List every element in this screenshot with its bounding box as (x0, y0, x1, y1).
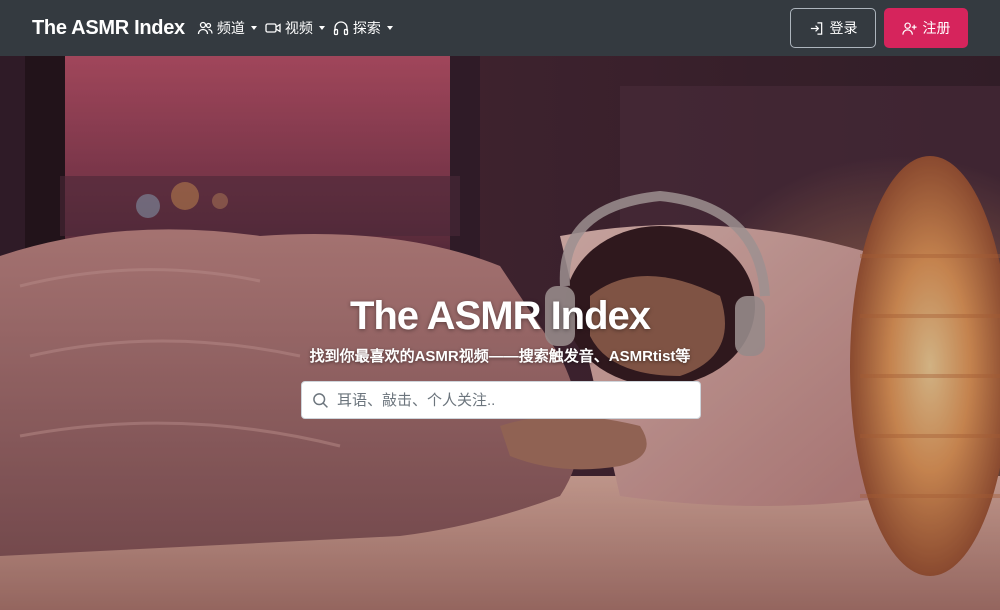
caret-down-icon (250, 26, 257, 30)
nav-explore-label: 探索 (352, 20, 381, 36)
nav-videos-label: 视频 (284, 20, 313, 36)
register-label: 注册 (922, 20, 951, 36)
nav-channels-label: 频道 (216, 20, 245, 36)
search-icon (312, 392, 329, 409)
users-icon (197, 20, 213, 36)
caret-down-icon (318, 26, 325, 30)
hero-subtitle: 找到你最喜欢的ASMR视频——搜索触发音、ASMRtist等 (309, 348, 691, 365)
register-button[interactable]: 注册 (884, 8, 968, 48)
search-box[interactable] (301, 381, 701, 419)
hero-section: The ASMR Index 找到你最喜欢的ASMR视频——搜索触发音、ASMR… (0, 56, 1000, 610)
login-label: 登录 (829, 20, 858, 36)
hero-title: The ASMR Index (349, 294, 651, 338)
top-navbar: The ASMR Index 频道 视频 探索 登录 注册 (0, 0, 1000, 56)
auth-buttons: 登录 注册 (790, 8, 968, 48)
video-camera-icon (265, 20, 281, 36)
brand-logo[interactable]: The ASMR Index (32, 17, 185, 40)
search-input[interactable] (337, 391, 700, 409)
caret-down-icon (386, 26, 393, 30)
nav-explore-dropdown[interactable]: 探索 (333, 18, 393, 38)
hero-content: The ASMR Index 找到你最喜欢的ASMR视频——搜索触发音、ASMR… (0, 56, 1000, 610)
sign-in-icon (809, 21, 824, 36)
headphones-icon (333, 20, 349, 36)
login-button[interactable]: 登录 (790, 8, 876, 48)
nav-channels-dropdown[interactable]: 频道 (197, 18, 257, 38)
nav-videos-dropdown[interactable]: 视频 (265, 18, 325, 38)
user-plus-icon (901, 21, 917, 36)
